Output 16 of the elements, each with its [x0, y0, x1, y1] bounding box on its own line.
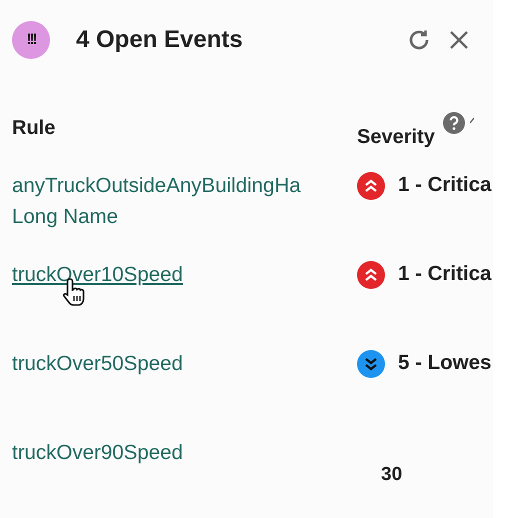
rule-link[interactable]: truckOver90Speed — [12, 437, 357, 468]
chevrons-up-icon — [357, 260, 385, 288]
rule-link[interactable]: truckOver50Speed — [12, 348, 357, 379]
help-icon[interactable] — [442, 112, 465, 134]
severity-label: 1 - Critica — [398, 172, 492, 198]
panel-title: 4 Open Events — [76, 25, 243, 55]
severity-label: 5 - Lowes — [398, 350, 492, 376]
rule-link[interactable]: truckOver10Speed — [12, 259, 357, 290]
chevrons-down-icon — [357, 350, 385, 378]
column-header: Severity — [357, 125, 435, 150]
column-header: Rule — [12, 116, 56, 141]
event-count: 30 — [381, 463, 402, 487]
rule-link[interactable]: anyTruckOutsideAnyBuildingHa Long Name — [12, 170, 357, 232]
chevrons-up-icon — [357, 172, 385, 200]
severity-label: 1 - Critica — [398, 261, 492, 288]
event-badge: !!! — [12, 21, 50, 59]
